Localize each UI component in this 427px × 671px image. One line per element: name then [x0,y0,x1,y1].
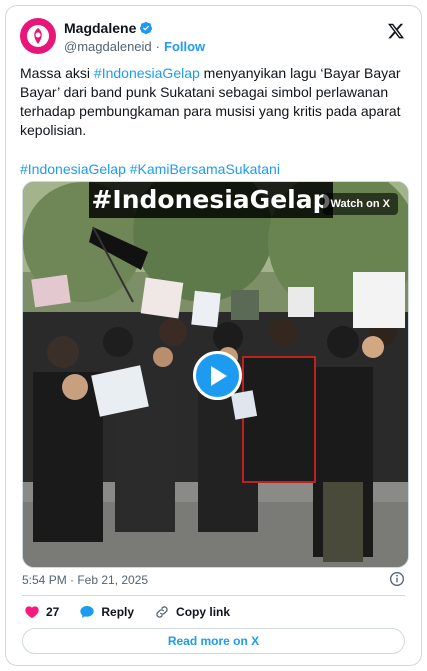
tweet-card: Magdalene @magdaleneid · Follow Massa ak… [5,5,422,666]
magdalene-logo-icon [27,25,49,47]
reply-button[interactable]: Reply [79,604,134,620]
tweet-actions: 27 Reply Copy link [24,604,250,620]
play-icon [210,365,227,386]
copy-link-label: Copy link [176,605,231,619]
tweet-text: Massa aksi #IndonesiaGelap menyanyikan l… [20,64,412,140]
verified-badge-icon [140,21,153,35]
reply-label: Reply [101,605,135,619]
hashtag-link[interactable]: #IndonesiaGelap [94,65,200,81]
author-name[interactable]: Magdalene [64,20,136,36]
author-name-row: Magdalene [64,20,153,36]
video-title-overlay: #IndonesiaGelap [89,182,333,218]
hashtag-row: #IndonesiaGelap #KamiBersamaSukatani [20,160,280,179]
author-handle[interactable]: @magdaleneid [64,39,152,54]
handle-row: @magdaleneid · Follow [64,39,205,54]
avatar[interactable] [20,18,56,54]
heart-icon [25,606,39,619]
link-icon [156,606,168,618]
read-more-button[interactable]: Read more on X [22,628,405,654]
hashtag-link[interactable]: #KamiBersamaSukatani [130,161,280,177]
tweet-text-part: Massa aksi [20,65,94,81]
watch-on-x-button[interactable]: Watch on X [322,193,398,215]
video-thumbnail[interactable]: #IndonesiaGelap Watch on X [22,181,409,568]
like-button[interactable]: 27 [24,604,59,620]
like-count: 27 [46,605,60,619]
info-icon[interactable] [389,571,405,587]
play-button[interactable] [193,351,242,400]
x-logo-icon[interactable] [387,22,405,40]
copy-link-button[interactable]: Copy link [154,604,230,620]
separator-dot: · [155,39,160,54]
tweet-timestamp[interactable]: 5:54 PM · Feb 21, 2025 [22,573,148,587]
hashtag-link[interactable]: #IndonesiaGelap [20,161,126,177]
divider [22,595,405,596]
follow-button[interactable]: Follow [164,39,205,54]
tweet-header: Magdalene @magdaleneid · Follow [20,18,407,58]
reply-bubble-icon [80,606,95,618]
